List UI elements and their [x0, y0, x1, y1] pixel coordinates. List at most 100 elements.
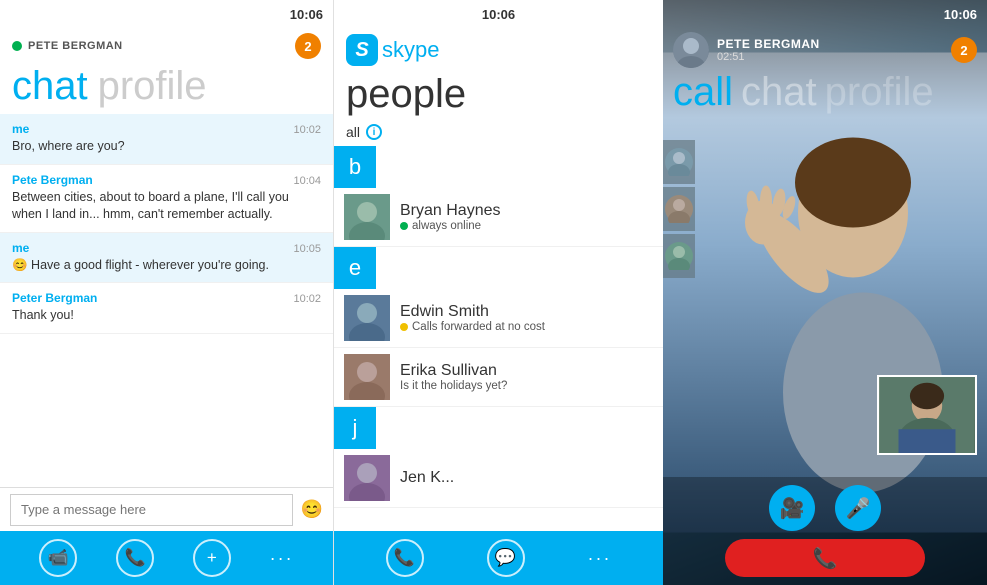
more-options[interactable]: ···	[270, 548, 294, 569]
message-text: Thank you!	[12, 307, 321, 325]
call-title-chat[interactable]: chat	[741, 72, 817, 112]
call-caller-info: PETE BERGMAN 02:51	[717, 37, 820, 63]
chat-title-chat[interactable]: chat	[12, 66, 88, 106]
add-button[interactable]: +	[193, 539, 231, 577]
phone-call-button[interactable]: 📞	[116, 539, 154, 577]
call-side-contacts	[663, 140, 695, 278]
people-time: 10:06	[482, 7, 515, 22]
chat-title-profile[interactable]: profile	[98, 66, 207, 106]
contact-name: Jen K...	[400, 469, 653, 487]
phone-icon: 📞	[125, 548, 146, 568]
people-bottom-toolbar: 📞 💬 ···	[334, 531, 663, 585]
message-header: me 10:05	[12, 241, 321, 255]
alpha-section-b: b Bryan Haynes always online	[334, 146, 663, 247]
call-title-call[interactable]: call	[673, 72, 733, 112]
message-sender: me	[12, 122, 29, 136]
alpha-section-j: j Jen K...	[334, 407, 663, 508]
end-call-icon: 📞	[813, 546, 838, 571]
status-online-dot	[400, 222, 408, 230]
message-header: Peter Bergman 10:02	[12, 291, 321, 305]
contact-info: Jen K...	[400, 469, 653, 487]
message-text: Between cities, about to board a plane, …	[12, 189, 321, 224]
video-icon: 📹	[48, 548, 69, 568]
mute-button[interactable]: 🎤	[835, 485, 881, 531]
call-panel: 10:06 PETE BERGMAN 02:51 2	[663, 0, 987, 585]
side-contact[interactable]	[663, 140, 695, 184]
emoji-icon[interactable]: 😊	[301, 499, 323, 520]
people-filter-row[interactable]: all i	[334, 120, 663, 146]
call-controls: 🎥 🎤 📞	[663, 477, 987, 585]
contact-erika-sullivan[interactable]: Erika Sullivan Is it the holidays yet?	[334, 348, 663, 407]
message-header: me 10:02	[12, 122, 321, 136]
call-title-profile[interactable]: profile	[825, 72, 934, 112]
side-contact[interactable]	[663, 187, 695, 231]
contact-bryan-haynes[interactable]: Bryan Haynes always online	[334, 188, 663, 247]
phone-icon: 📞	[394, 548, 415, 568]
call-contact-avatar	[673, 32, 709, 68]
online-indicator	[12, 41, 22, 51]
notification-badge: 2	[295, 33, 321, 59]
chat-header-left: PETE BERGMAN	[12, 40, 123, 52]
chat-title-row: chat profile	[0, 64, 333, 114]
side-contact[interactable]	[663, 234, 695, 278]
filter-info-icon[interactable]: i	[366, 124, 382, 140]
self-video-inner	[879, 377, 975, 453]
message-text: Bro, where are you?	[12, 138, 321, 156]
people-more-options[interactable]: ···	[588, 548, 612, 569]
chat-bottom-toolbar: 📹 📞 + ···	[0, 531, 333, 585]
chat-input-bar: 😊	[0, 487, 333, 531]
video-toggle-button[interactable]: 🎥	[769, 485, 815, 531]
contact-name: Bryan Haynes	[400, 202, 653, 220]
alpha-label-b: b	[334, 146, 376, 188]
people-title: people	[334, 72, 663, 120]
contact-status: always online	[400, 220, 653, 232]
contact-edwin-smith[interactable]: Edwin Smith Calls forwarded at no cost	[334, 289, 663, 348]
filter-all-label[interactable]: all	[346, 124, 360, 140]
contact-status: Is it the holidays yet?	[400, 380, 653, 392]
call-title-row: call chat profile	[663, 72, 987, 118]
contact-info: Bryan Haynes always online	[400, 202, 653, 232]
call-duration: 02:51	[717, 51, 820, 63]
people-chat-button[interactable]: 💬	[487, 539, 525, 577]
contact-name: Erika Sullivan	[400, 362, 653, 380]
call-notification-badge: 2	[951, 37, 977, 63]
microphone-icon: 🎤	[846, 496, 871, 521]
contact-avatar	[344, 295, 390, 341]
people-panel: 10:06 S skype people all i b Bryan Hayne…	[333, 0, 663, 585]
message-sender: me	[12, 241, 29, 255]
contact-info: Edwin Smith Calls forwarded at no cost	[400, 303, 653, 333]
chat-time: 10:06	[290, 7, 323, 22]
call-time: 10:06	[944, 7, 977, 22]
people-phone-button[interactable]: 📞	[386, 539, 424, 577]
chat-panel: 10:06 PETE BERGMAN 2 chat profile me 10:…	[0, 0, 333, 585]
message-row: me 10:02 Bro, where are you?	[0, 114, 333, 165]
call-end-row: 📞	[663, 539, 987, 577]
contact-avatar	[344, 455, 390, 501]
call-status-bar: 10:06	[663, 0, 987, 28]
contact-avatar	[344, 354, 390, 400]
chat-contact-name: PETE BERGMAN	[28, 40, 123, 52]
skype-logo-text: skype	[382, 37, 439, 63]
video-call-button[interactable]: 📹	[39, 539, 77, 577]
call-caller-name: PETE BERGMAN	[717, 37, 820, 51]
message-header: Pete Bergman 10:04	[12, 173, 321, 187]
alpha-label-e: e	[334, 247, 376, 289]
alpha-label-j: j	[334, 407, 376, 449]
add-icon: +	[207, 548, 217, 568]
message-row: Pete Bergman 10:04 Between cities, about…	[0, 165, 333, 233]
message-row: Peter Bergman 10:02 Thank you!	[0, 283, 333, 334]
chat-icon: 💬	[495, 548, 516, 568]
contact-jen[interactable]: Jen K...	[334, 449, 663, 508]
skype-logo-icon: S	[346, 34, 378, 66]
messages-area: me 10:02 Bro, where are you? Pete Bergma…	[0, 114, 333, 487]
self-video-thumbnail	[877, 375, 977, 455]
call-action-buttons: 🎥 🎤	[663, 485, 987, 531]
message-time: 10:02	[293, 124, 321, 136]
call-overlay: 10:06 PETE BERGMAN 02:51 2	[663, 0, 987, 118]
end-call-button[interactable]: 📞	[725, 539, 925, 577]
chat-header: PETE BERGMAN 2	[0, 28, 333, 64]
message-input[interactable]	[10, 494, 293, 526]
call-header-left: PETE BERGMAN 02:51	[673, 32, 820, 68]
message-time: 10:05	[293, 243, 321, 255]
message-row: me 10:05 😊 Have a good flight - wherever…	[0, 233, 333, 284]
